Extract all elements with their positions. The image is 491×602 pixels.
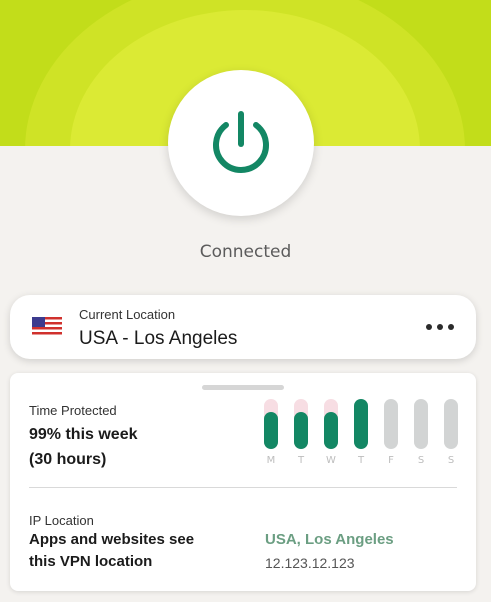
time-protected-summary: 99% this week: [29, 426, 138, 443]
weekly-protection-chart: MTWTFSS: [264, 399, 464, 471]
day-bar-track: [264, 399, 278, 449]
location-value: USA - Los Angeles: [79, 328, 238, 349]
day-bar-track: [414, 399, 428, 449]
day-bar-fill: [444, 399, 458, 449]
day-bar-track: [384, 399, 398, 449]
day-label: F: [388, 455, 394, 466]
time-protected-hours: (30 hours): [29, 451, 107, 468]
day-bar-2: W: [324, 399, 338, 471]
day-bar-track: [444, 399, 458, 449]
day-bar-1: T: [294, 399, 308, 471]
day-bar-fill: [264, 412, 278, 449]
time-protected-label: Time Protected: [29, 403, 117, 418]
ip-location-description-line2: this VPN location: [29, 553, 153, 570]
connection-status: Connected: [199, 242, 292, 262]
power-button[interactable]: [168, 70, 314, 216]
day-label: S: [417, 455, 425, 466]
day-label: T: [357, 455, 365, 466]
ip-location-label: IP Location: [29, 513, 94, 528]
day-bar-6: S: [444, 399, 458, 471]
day-bar-fill: [354, 399, 368, 449]
day-label: W: [326, 455, 336, 466]
day-bar-4: F: [384, 399, 398, 471]
ip-address: 12.123.12.123: [265, 555, 355, 571]
more-options-button[interactable]: [420, 315, 460, 339]
ip-country: USA, Los Angeles: [265, 531, 394, 548]
day-bar-fill: [324, 412, 338, 449]
current-location-card[interactable]: Current Location USA - Los Angeles: [10, 295, 476, 359]
ip-location-description-line1: Apps and websites see: [29, 531, 195, 548]
more-horizontal-icon: [426, 324, 454, 330]
day-bar-fill: [384, 399, 398, 449]
day-bar-5: S: [414, 399, 428, 471]
info-card: Time Protected 99% this week (30 hours) …: [10, 373, 476, 591]
day-bar-track: [294, 399, 308, 449]
day-label: T: [297, 455, 305, 466]
day-bar-0: M: [264, 399, 278, 471]
drag-handle[interactable]: [202, 385, 284, 390]
day-bar-fill: [414, 399, 428, 449]
day-bar-3: T: [354, 399, 368, 471]
us-flag-icon: [32, 317, 62, 337]
day-label: S: [447, 455, 455, 466]
day-label: M: [266, 455, 276, 466]
power-icon: [213, 111, 269, 173]
day-bar-fill: [294, 412, 308, 449]
divider: [29, 487, 457, 488]
location-label: Current Location: [79, 307, 176, 322]
day-bar-track: [354, 399, 368, 449]
day-bar-track: [324, 399, 338, 449]
